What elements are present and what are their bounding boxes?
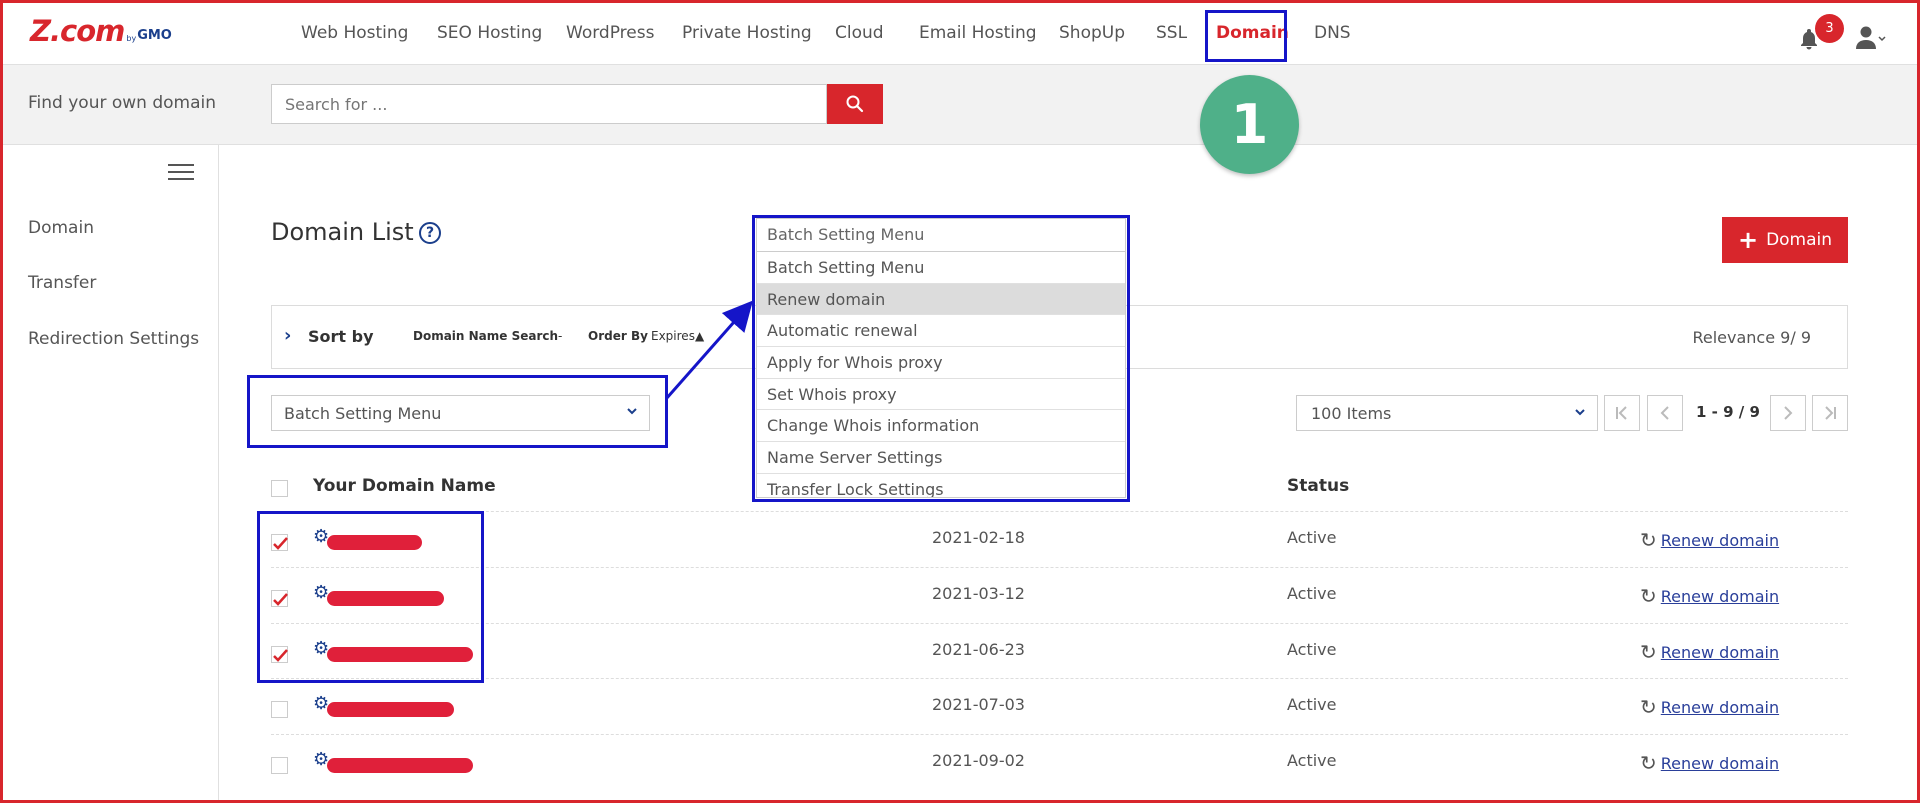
nav-seo-hosting[interactable]: SEO Hosting [437, 23, 542, 43]
help-icon[interactable]: ? [419, 222, 441, 244]
step-marker: 1 [1200, 75, 1299, 174]
logo-gmo: GMO [137, 28, 172, 43]
row-checkbox[interactable] [271, 757, 288, 774]
status-text: Active [1287, 584, 1337, 603]
chevron-left-icon [1660, 406, 1669, 420]
renew-domain-link[interactable]: ↻ Renew domain [1640, 640, 1779, 664]
items-per-page-value: 100 Items [1311, 403, 1392, 423]
search-input[interactable] [271, 84, 827, 124]
table-row: ⚙ 2021-07-03 Active ↻ Renew domain [271, 678, 1848, 734]
status-text: Active [1287, 695, 1337, 714]
status-text: Active [1287, 640, 1337, 659]
top-nav: Z.com by GMO Web Hosting SEO Hosting Wor… [0, 0, 1920, 65]
nav-private-hosting[interactable]: Private Hosting [682, 23, 812, 43]
last-page-icon [1825, 406, 1836, 420]
expiry-date: 2021-09-02 [932, 751, 1025, 770]
table-row: ⚙ 2021-03-12 Active ↻ Renew domain [271, 567, 1848, 623]
plus-icon: + [1737, 226, 1759, 254]
expiry-date: 2021-03-12 [932, 584, 1025, 603]
logo[interactable]: Z.com by GMO [30, 14, 172, 48]
redacted-domain-name[interactable] [327, 702, 454, 717]
search-button[interactable] [827, 84, 883, 124]
renew-icon: ↻ [1640, 695, 1657, 719]
logo-text: Z.com [30, 14, 125, 48]
page-title: Domain List [271, 218, 414, 246]
nav-cloud[interactable]: Cloud [835, 23, 884, 43]
select-all-checkbox[interactable] [271, 480, 288, 497]
sidebar-item-redirection[interactable]: Redirection Settings [28, 329, 199, 349]
expiry-date: 2021-06-23 [932, 640, 1025, 659]
sidebar-item-domain[interactable]: Domain [28, 218, 94, 238]
column-header-status: Status [1287, 476, 1350, 496]
renew-domain-label: Renew domain [1660, 753, 1780, 773]
row-checkbox[interactable] [271, 701, 288, 718]
hamburger-icon[interactable] [168, 164, 194, 182]
renew-domain-label: Renew domain [1660, 642, 1780, 662]
user-icon[interactable] [1856, 25, 1886, 51]
logo-by: by [126, 34, 137, 43]
renew-domain-label: Renew domain [1660, 697, 1780, 717]
renew-icon: ↻ [1640, 751, 1657, 775]
first-page-button[interactable] [1604, 395, 1640, 431]
selected-rows-highlight [257, 511, 484, 683]
order-by-value: Expires▲ [651, 329, 705, 343]
nav-shopup[interactable]: ShopUp [1059, 23, 1125, 43]
items-per-page-select[interactable]: 100 Items [1296, 395, 1598, 431]
sort-label[interactable]: Sort by [308, 327, 374, 346]
search-icon [846, 95, 864, 113]
dropdown-highlight [752, 215, 1130, 502]
status-text: Active [1287, 528, 1337, 547]
add-domain-button[interactable]: + Domain [1722, 217, 1848, 263]
chevron-right-icon [1784, 406, 1793, 420]
domain-search-band: Find your own domain [0, 65, 1920, 145]
renew-icon: ↻ [1640, 584, 1657, 608]
status-text: Active [1287, 751, 1337, 770]
domain-nav-highlight [1205, 10, 1287, 62]
column-header-domain-name: Your Domain Name [313, 476, 496, 496]
order-by-label: Order By [588, 329, 648, 343]
next-page-button[interactable] [1770, 395, 1806, 431]
table-row: ⚙ 2021-02-18 Active ↻ Renew domain [271, 511, 1848, 567]
notification-badge: 3 [1815, 14, 1844, 43]
pagination-status: 1 - 9 / 9 [1696, 403, 1760, 421]
renew-domain-link[interactable]: ↻ Renew domain [1640, 695, 1779, 719]
renew-domain-link[interactable]: ↻ Renew domain [1640, 751, 1779, 775]
renew-icon: ↻ [1640, 640, 1657, 664]
nav-wordpress[interactable]: WordPress [566, 23, 654, 43]
sidebar: Domain Transfer Redirection Settings [0, 145, 219, 803]
nav-email-hosting[interactable]: Email Hosting [919, 23, 1037, 43]
chevron-down-icon [1575, 409, 1585, 416]
domain-name-search-label: Domain Name Search [413, 329, 559, 343]
chevron-right-icon[interactable]: › [284, 325, 291, 346]
domain-search-value: - [558, 329, 563, 343]
expiry-date: 2021-07-03 [932, 695, 1025, 714]
nav-web-hosting[interactable]: Web Hosting [301, 23, 408, 43]
sidebar-item-transfer[interactable]: Transfer [28, 273, 96, 293]
renew-domain-link[interactable]: ↻ Renew domain [1640, 528, 1779, 552]
first-page-icon [1616, 406, 1627, 420]
expiry-date: 2021-02-18 [932, 528, 1025, 547]
search-label: Find your own domain [28, 93, 217, 113]
table-row: ⚙ 2021-09-02 Active ↻ Renew domain [271, 734, 1848, 790]
table-row: ⚙ 2021-06-23 Active ↻ Renew domain [271, 623, 1848, 679]
add-domain-label: Domain [1766, 230, 1833, 250]
nav-ssl[interactable]: SSL [1156, 23, 1187, 43]
last-page-button[interactable] [1812, 395, 1848, 431]
renew-icon: ↻ [1640, 528, 1657, 552]
renew-domain-link[interactable]: ↻ Renew domain [1640, 584, 1779, 608]
nav-dns[interactable]: DNS [1314, 23, 1351, 43]
batch-select-highlight [247, 375, 668, 448]
relevance-count: Relevance 9/ 9 [1692, 328, 1811, 347]
redacted-domain-name[interactable] [327, 758, 473, 773]
renew-domain-label: Renew domain [1660, 530, 1780, 550]
prev-page-button[interactable] [1647, 395, 1683, 431]
renew-domain-label: Renew domain [1660, 586, 1780, 606]
